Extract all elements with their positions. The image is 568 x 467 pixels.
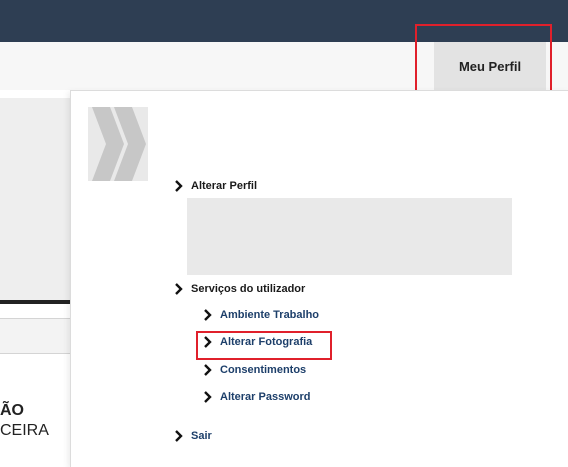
submenu-item-alterar-password[interactable]: Alterar Password bbox=[203, 391, 310, 403]
submenu-item-label: Ambiente Trabalho bbox=[220, 309, 320, 321]
menu-item-sair[interactable]: Sair bbox=[174, 430, 212, 442]
background-heading-line2: CEIRA bbox=[0, 422, 49, 439]
highlight-box-profile bbox=[415, 24, 552, 94]
menu-item-alterar-perfil[interactable]: Alterar Perfil bbox=[174, 180, 257, 192]
chevron-right-icon bbox=[175, 430, 183, 442]
highlight-box-photo bbox=[196, 331, 332, 360]
menu-item-label: Sair bbox=[191, 430, 212, 442]
double-chevron-logo-icon bbox=[88, 107, 148, 181]
menu-item-label: Alterar Perfil bbox=[191, 180, 258, 192]
profile-dropdown-panel: Alterar Perfil Serviços do utilizador Am… bbox=[70, 90, 568, 467]
background-grey-panel bbox=[0, 98, 70, 300]
submenu-item-label: Alterar Password bbox=[220, 391, 311, 403]
menu-item-servicos-utilizador[interactable]: Serviços do utilizador bbox=[174, 283, 305, 295]
submenu-item-consentimentos[interactable]: Consentimentos bbox=[203, 364, 306, 376]
chevron-right-icon bbox=[204, 309, 212, 321]
submenu-item-label: Consentimentos bbox=[220, 364, 307, 376]
background-field bbox=[0, 318, 70, 354]
chevron-right-icon bbox=[204, 364, 212, 376]
submenu-item-ambiente-trabalho[interactable]: Ambiente Trabalho bbox=[203, 309, 319, 321]
menu-item-label: Serviços do utilizador bbox=[191, 283, 306, 295]
profile-photo-placeholder bbox=[187, 198, 512, 275]
chevron-right-icon bbox=[175, 180, 183, 192]
background-divider bbox=[0, 300, 70, 304]
chevron-right-icon bbox=[175, 283, 183, 295]
background-heading-line1: ÃO bbox=[0, 402, 24, 419]
chevron-right-icon bbox=[204, 391, 212, 403]
